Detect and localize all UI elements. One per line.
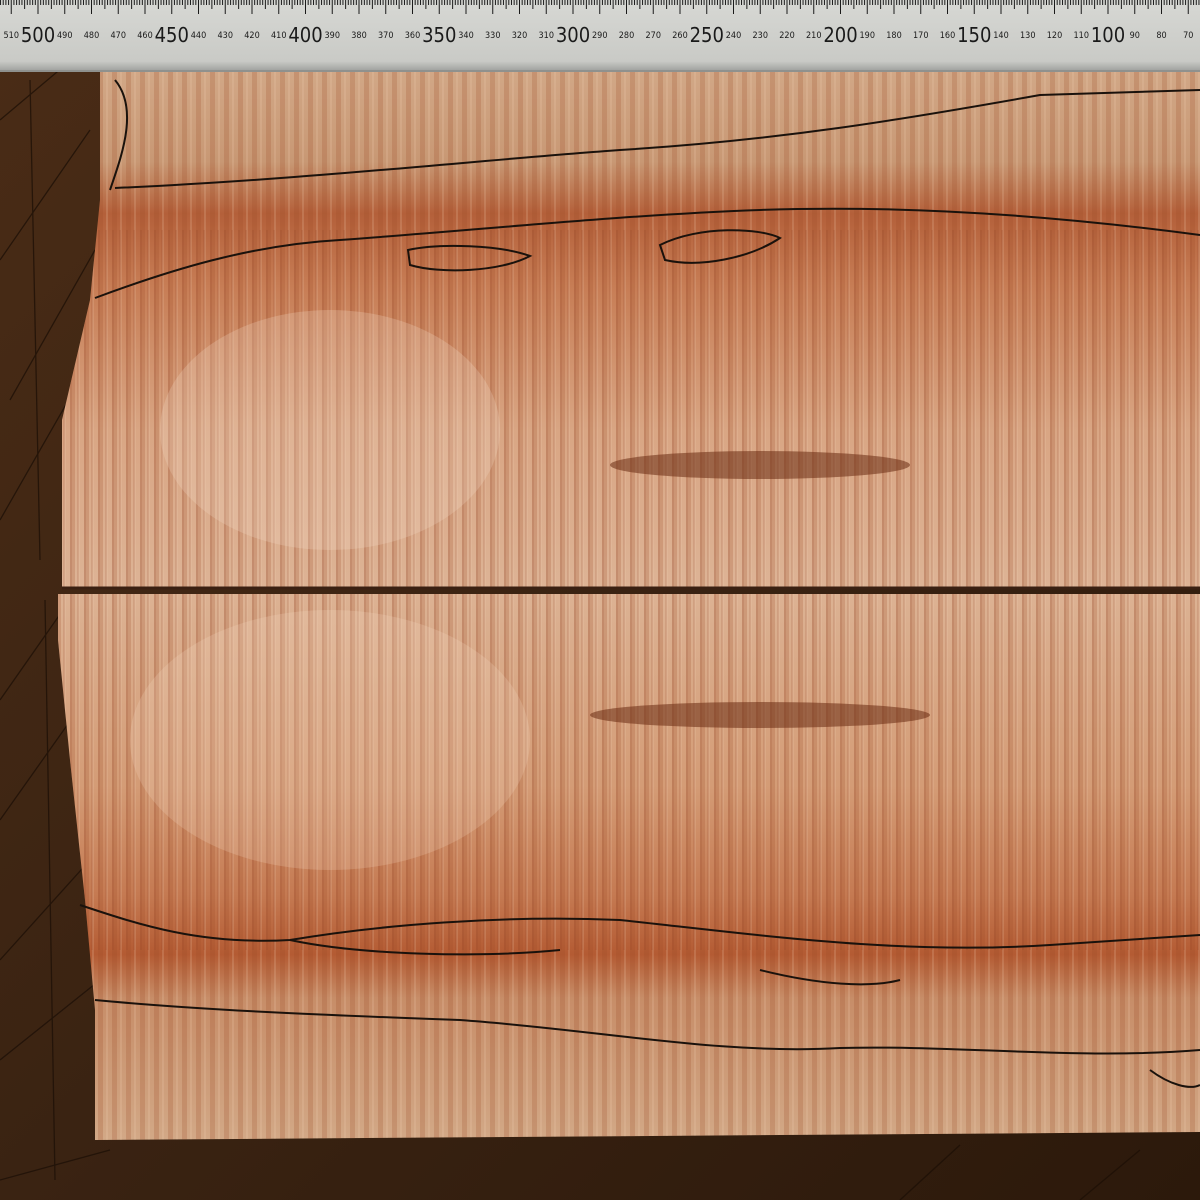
ruler-minor-label: 80 <box>1156 31 1166 41</box>
ruler-minor-label: 510 <box>4 31 19 41</box>
ruler-major-label: 500 <box>21 23 55 47</box>
ruler-minor-label: 110 <box>1074 31 1089 41</box>
ruler-minor-label: 280 <box>619 31 634 41</box>
ruler-minor-label: 180 <box>886 31 901 41</box>
ruler-minor-label: 460 <box>137 31 152 41</box>
ruler-major-label: 400 <box>288 23 322 47</box>
ruler-minor-label: 210 <box>806 31 821 41</box>
ruler-major-label: 200 <box>823 23 857 47</box>
ruler-major-label: 450 <box>155 23 189 47</box>
ruler-minor-label: 230 <box>753 31 768 41</box>
ruler-minor-label: 260 <box>672 31 687 41</box>
ruler-minor-label: 240 <box>726 31 741 41</box>
ruler-minor-label: 410 <box>271 31 286 41</box>
ruler-minor-label: 160 <box>940 31 955 41</box>
ruler-minor-label: 370 <box>378 31 393 41</box>
wood-photo: 510 490 480 470 460 440 430 420 410 390 380 370 360 3… <box>0 0 1200 1200</box>
ruler-major-label: 350 <box>422 23 456 47</box>
ruler-major-label: 300 <box>556 23 590 47</box>
ruler-minor-label: 120 <box>1047 31 1062 41</box>
ruler-minor-label: 330 <box>485 31 500 41</box>
ruler-minor-label: 440 <box>191 31 206 41</box>
ruler-minor-label: 430 <box>218 31 233 41</box>
ruler-major-label: 250 <box>690 23 724 47</box>
ruler-minor-label: 70 <box>1183 31 1193 41</box>
ruler-minor-label: 470 <box>111 31 126 41</box>
bottom-board <box>58 594 1200 1140</box>
ruler-minor-label: 320 <box>512 31 527 41</box>
ruler-minor-label: 490 <box>57 31 72 41</box>
ruler-minor-label: 420 <box>244 31 259 41</box>
ruler-minor-label: 390 <box>325 31 340 41</box>
metal-ruler: 510 490 480 470 460 440 430 420 410 390 380 370 360 3… <box>0 0 1200 72</box>
ruler-minor-label: 170 <box>913 31 928 41</box>
photo-scene: 510 490 480 470 460 440 430 420 410 390 380 370 360 3… <box>0 0 1200 1200</box>
ruler-major-label: 100 <box>1091 23 1125 47</box>
ruler-minor-label: 140 <box>993 31 1008 41</box>
figure-streak <box>610 451 910 479</box>
ruler-minor-label: 90 <box>1130 31 1140 41</box>
ruler-minor-label: 310 <box>539 31 554 41</box>
top-board <box>62 68 1200 590</box>
ruler-minor-label: 380 <box>351 31 366 41</box>
ruler-minor-label: 190 <box>860 31 875 41</box>
ruler-major-label: 150 <box>957 23 991 47</box>
ruler-minor-label: 480 <box>84 31 99 41</box>
ruler-minor-label: 270 <box>646 31 661 41</box>
ruler-minor-label: 360 <box>405 31 420 41</box>
figure-streak <box>590 702 930 728</box>
ruler-minor-label: 220 <box>779 31 794 41</box>
ruler-minor-label: 290 <box>592 31 607 41</box>
ruler-minor-label: 340 <box>458 31 473 41</box>
ruler-minor-label: 130 <box>1020 31 1035 41</box>
